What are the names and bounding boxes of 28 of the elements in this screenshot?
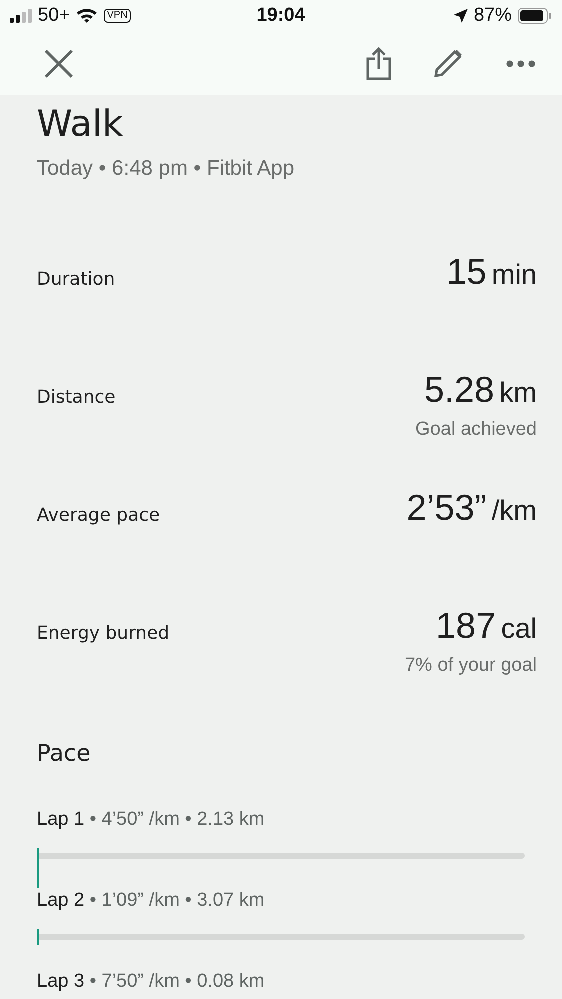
stat-value: 5.28 km <box>424 369 537 411</box>
stat-note: Goal achieved <box>416 419 537 441</box>
activity-subtitle: Today • 6:48 pm • Fitbit App <box>37 157 296 181</box>
section-heading: Pace <box>37 741 92 767</box>
lap-summary: Lap 3 • 7’50” /km • 0.08 km <box>37 971 266 993</box>
more-button[interactable] <box>506 60 536 68</box>
battery-icon <box>518 8 552 24</box>
lap-summary: Lap 2 • 1’09” /km • 3.07 km <box>37 890 266 912</box>
activity-title: Walk <box>37 103 124 147</box>
stat-value: 187 cal <box>436 605 537 647</box>
stat-value: 2’53”/km <box>406 487 537 529</box>
clock-time: 19:04 <box>256 5 306 27</box>
stat-label: Average pace <box>37 505 160 526</box>
stat-label: Energy burned <box>37 623 170 644</box>
close-button[interactable] <box>44 48 74 78</box>
vpn-badge: VPN <box>104 9 131 23</box>
battery-percent: 87% <box>474 5 512 27</box>
stat-note: 7% of your goal <box>404 655 537 677</box>
signal-icon <box>10 9 32 23</box>
carrier-text: 50+ <box>38 5 70 27</box>
stat-label: Distance <box>37 387 116 408</box>
lap-summary: Lap 1 • 4’50” /km • 2.13 km <box>37 809 266 831</box>
stat-label: Duration <box>37 269 116 290</box>
share-button[interactable] <box>366 46 392 80</box>
location-arrow-icon <box>454 9 468 23</box>
stat-value: 15 min <box>446 251 537 293</box>
edit-button[interactable] <box>432 48 464 80</box>
wifi-icon <box>76 8 98 24</box>
